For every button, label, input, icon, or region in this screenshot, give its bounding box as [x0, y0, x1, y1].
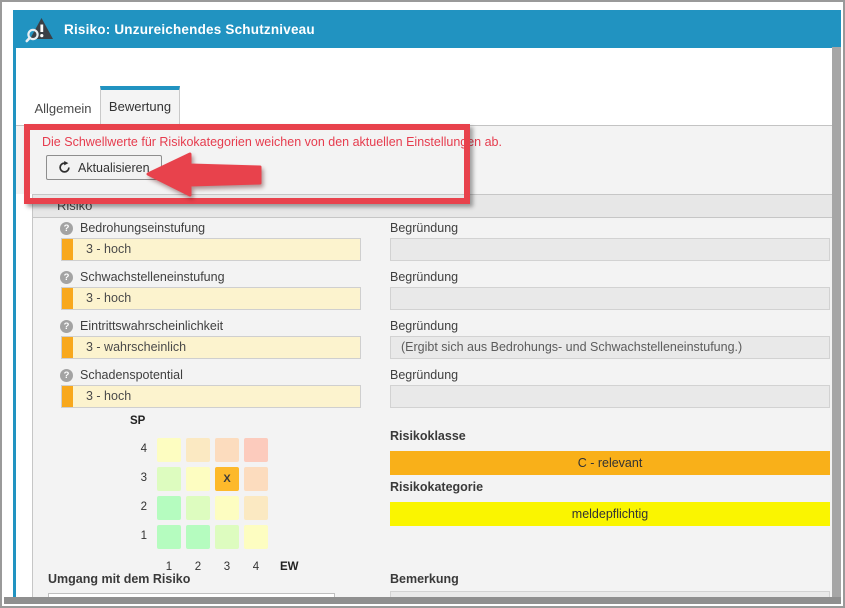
- rating-value: 3 - hoch: [86, 291, 131, 305]
- page-title: Risiko: Unzureichendes Schutzniveau: [64, 22, 315, 37]
- risk-matrix: SP 43X211234 EW: [121, 411, 331, 581]
- rating-color-stripe: [62, 288, 73, 309]
- matrix-cell[interactable]: [215, 496, 239, 520]
- field-label: Bedrohungseinstufung: [80, 221, 205, 235]
- matrix-cell[interactable]: [215, 438, 239, 462]
- rating-value: 3 - hoch: [86, 389, 131, 403]
- reason-input[interactable]: (Ergibt sich aus Bedrohungs- und Schwach…: [390, 336, 830, 359]
- aktualisieren-button[interactable]: Aktualisieren: [46, 155, 162, 180]
- aktualisieren-button-label: Aktualisieren: [78, 161, 150, 175]
- risk-category-label: Risikokategorie: [390, 480, 483, 494]
- risk-group-header: Risiko: [33, 195, 832, 218]
- help-icon: ?: [60, 222, 73, 235]
- window-right-border: [832, 47, 841, 597]
- field-row: ? Bedrohungseinstufung 3 - hoch Begründu…: [33, 221, 832, 267]
- matrix-row-label: 1: [121, 530, 147, 542]
- matrix-cell[interactable]: [244, 467, 268, 491]
- warning-message: Die Schwellwerte für Risikokategorien we…: [42, 135, 502, 149]
- remark-label: Bemerkung: [390, 572, 459, 586]
- matrix-col-label: 3: [215, 561, 239, 573]
- rating-color-stripe: [62, 337, 73, 358]
- matrix-cell[interactable]: [244, 438, 268, 462]
- reason-label: Begründung: [390, 270, 458, 284]
- rating-value: 3 - hoch: [86, 242, 131, 256]
- refresh-icon: [58, 161, 71, 174]
- field-row: ? Schwachstelleneinstufung 3 - hoch Begr…: [33, 270, 832, 316]
- window-frame: Risiko: Unzureichendes Schutzniveau Allg…: [0, 0, 845, 608]
- rating-select[interactable]: 3 - hoch: [61, 287, 361, 310]
- matrix-y-axis-label: SP: [130, 415, 145, 427]
- field-label: Schwachstelleneinstufung: [80, 270, 225, 284]
- matrix-col-label: 4: [244, 561, 268, 573]
- matrix-cell[interactable]: [157, 467, 181, 491]
- risk-warning-icon: [25, 16, 55, 43]
- rating-select[interactable]: 3 - wahrscheinlich: [61, 336, 361, 359]
- rating-select[interactable]: 3 - hoch: [61, 385, 361, 408]
- matrix-cell[interactable]: [215, 525, 239, 549]
- matrix-cell[interactable]: [186, 467, 210, 491]
- matrix-cell[interactable]: [186, 438, 210, 462]
- rating-color-stripe: [62, 386, 73, 407]
- editor-titlebar: Risiko: Unzureichendes Schutzniveau: [13, 10, 841, 48]
- matrix-x-axis-label: EW: [280, 561, 299, 573]
- window-bottom-border: [4, 597, 841, 604]
- help-icon: ?: [60, 369, 73, 382]
- tab-allgemein[interactable]: Allgemein: [30, 92, 96, 125]
- help-icon: ?: [60, 271, 73, 284]
- risk-class-bar: C - relevant: [390, 451, 830, 475]
- risk-category-bar: meldepflichtig: [390, 502, 830, 526]
- risk-class-label: Risikoklasse: [390, 429, 466, 443]
- matrix-cell[interactable]: [186, 525, 210, 549]
- field-row: ? Schadenspotential 3 - hoch Begründung: [33, 368, 832, 414]
- field-row: ? Eintrittswahrscheinlichkeit 3 - wahrsc…: [33, 319, 832, 365]
- reason-input[interactable]: [390, 238, 830, 261]
- matrix-cell[interactable]: [244, 496, 268, 520]
- field-label: Schadenspotential: [80, 368, 183, 382]
- rating-color-stripe: [62, 239, 73, 260]
- tab-bewertung[interactable]: Bewertung: [100, 86, 180, 127]
- risk-group: Risiko ? Bedrohungseinstufung 3 - hoch B…: [32, 194, 832, 597]
- reason-input[interactable]: [390, 287, 830, 310]
- reason-input[interactable]: [390, 385, 830, 408]
- matrix-row-label: 4: [121, 443, 147, 455]
- rating-select[interactable]: 3 - hoch: [61, 238, 361, 261]
- reason-label: Begründung: [390, 368, 458, 382]
- field-label: Eintrittswahrscheinlichkeit: [80, 319, 223, 333]
- reason-label: Begründung: [390, 319, 458, 333]
- matrix-cell[interactable]: [244, 525, 268, 549]
- matrix-cell[interactable]: [157, 438, 181, 462]
- matrix-cell[interactable]: [157, 496, 181, 520]
- reason-label: Begründung: [390, 221, 458, 235]
- matrix-cell[interactable]: [186, 496, 210, 520]
- help-icon: ?: [60, 320, 73, 333]
- risk-treatment-label: Umgang mit dem Risiko: [48, 572, 190, 586]
- matrix-selected-cell[interactable]: X: [215, 467, 239, 491]
- matrix-cell[interactable]: [157, 525, 181, 549]
- matrix-row-label: 3: [121, 472, 147, 484]
- matrix-row-label: 2: [121, 501, 147, 513]
- editor-content: Allgemein Bewertung Die Schwellwerte für…: [16, 48, 832, 597]
- rating-value: 3 - wahrscheinlich: [86, 340, 186, 354]
